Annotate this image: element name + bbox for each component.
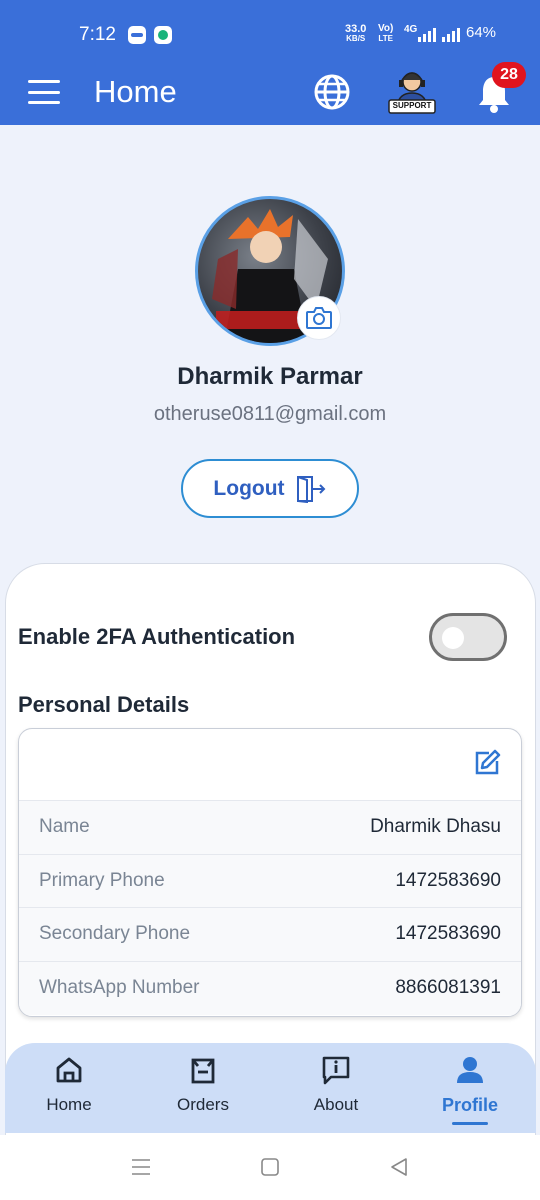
detail-value: 1472583690 bbox=[395, 923, 501, 945]
network-type: 4G bbox=[404, 24, 418, 35]
network-speed-value: 33.0 bbox=[345, 23, 367, 35]
toggle-knob bbox=[442, 627, 464, 649]
change-photo-button[interactable] bbox=[297, 296, 341, 340]
battery-level: 64% bbox=[466, 24, 497, 41]
app-top-bar: 7:12 33.0 KB/S Vo) LTE 4G 64% Home SUPPO… bbox=[0, 0, 540, 125]
network-speed: 33.0 KB/S bbox=[345, 24, 366, 44]
nav-label-profile: Profile bbox=[441, 1095, 498, 1115]
volte-bottom: LTE bbox=[378, 34, 393, 43]
personal-details-box: Name Dharmik Dhasu Primary Phone 1472583… bbox=[18, 728, 522, 1017]
volte-top: Vo) bbox=[378, 23, 394, 34]
home-icon bbox=[56, 1057, 82, 1083]
network-speed-unit: KB/S bbox=[346, 34, 366, 43]
app-header: Home SUPPORT 28 bbox=[0, 62, 540, 125]
profile-icon bbox=[457, 1057, 483, 1083]
home-system-icon[interactable] bbox=[260, 1157, 280, 1177]
support-agent-icon[interactable]: SUPPORT bbox=[387, 66, 437, 116]
recent-apps-icon[interactable] bbox=[131, 1157, 151, 1177]
nav-label-about: About bbox=[313, 1095, 359, 1114]
signal-icon bbox=[418, 28, 436, 42]
nav-label-orders: Orders bbox=[177, 1095, 229, 1114]
personal-details-header bbox=[19, 729, 521, 801]
nav-label-home: Home bbox=[46, 1095, 92, 1114]
status-time: 7:12 bbox=[79, 24, 116, 45]
twofa-label: Enable 2FA Authentication bbox=[18, 624, 296, 649]
logout-label: Logout bbox=[213, 476, 285, 500]
logout-button[interactable]: Logout bbox=[181, 459, 359, 518]
detail-row-primary-phone: Primary Phone 1472583690 bbox=[19, 854, 521, 908]
personal-details-title: Personal Details bbox=[18, 692, 190, 717]
user-name: Dharmik Parmar bbox=[177, 363, 363, 390]
chat-notification-icon bbox=[154, 26, 172, 44]
back-icon[interactable] bbox=[389, 1157, 409, 1177]
detail-label: WhatsApp Number bbox=[39, 977, 200, 999]
system-navigation-bar bbox=[0, 1135, 540, 1200]
logout-icon bbox=[296, 475, 325, 503]
detail-value: Dharmik Dhasu bbox=[370, 816, 501, 838]
orders-icon bbox=[191, 1058, 215, 1084]
detail-label: Primary Phone bbox=[39, 869, 165, 891]
bottom-navigation: Home Orders About Profile bbox=[5, 1043, 536, 1133]
signal-icon-2 bbox=[442, 28, 460, 42]
nav-item-about[interactable]: About bbox=[286, 1043, 386, 1133]
camera-icon bbox=[306, 307, 332, 329]
status-bar: 7:12 33.0 KB/S Vo) LTE 4G 64% bbox=[0, 0, 540, 66]
detail-label: Name bbox=[39, 816, 90, 838]
detail-row-whatsapp: WhatsApp Number 8866081391 bbox=[19, 961, 521, 1015]
support-label: SUPPORT bbox=[392, 101, 432, 110]
detail-label: Secondary Phone bbox=[39, 923, 191, 945]
page-title: Home bbox=[94, 74, 177, 109]
detail-value: 1472583690 bbox=[395, 869, 501, 891]
globe-icon[interactable] bbox=[313, 73, 351, 111]
detail-value: 8866081391 bbox=[395, 977, 501, 999]
message-notification-icon bbox=[128, 26, 146, 44]
nav-item-home[interactable]: Home bbox=[19, 1043, 119, 1133]
nav-item-orders[interactable]: Orders bbox=[153, 1043, 253, 1133]
notification-count-badge: 28 bbox=[492, 62, 526, 88]
volte-indicator: Vo) LTE bbox=[378, 24, 393, 44]
detail-row-secondary-phone: Secondary Phone 1472583690 bbox=[19, 908, 521, 962]
active-tab-indicator bbox=[452, 1122, 488, 1125]
nav-item-profile[interactable]: Profile bbox=[420, 1043, 520, 1133]
user-email: otheruse0811@gmail.com bbox=[153, 403, 387, 425]
edit-icon[interactable] bbox=[473, 749, 501, 777]
about-icon bbox=[322, 1056, 350, 1085]
detail-row-name: Name Dharmik Dhasu bbox=[19, 801, 521, 855]
hamburger-menu-icon[interactable] bbox=[28, 80, 60, 104]
twofa-toggle[interactable] bbox=[429, 613, 507, 661]
